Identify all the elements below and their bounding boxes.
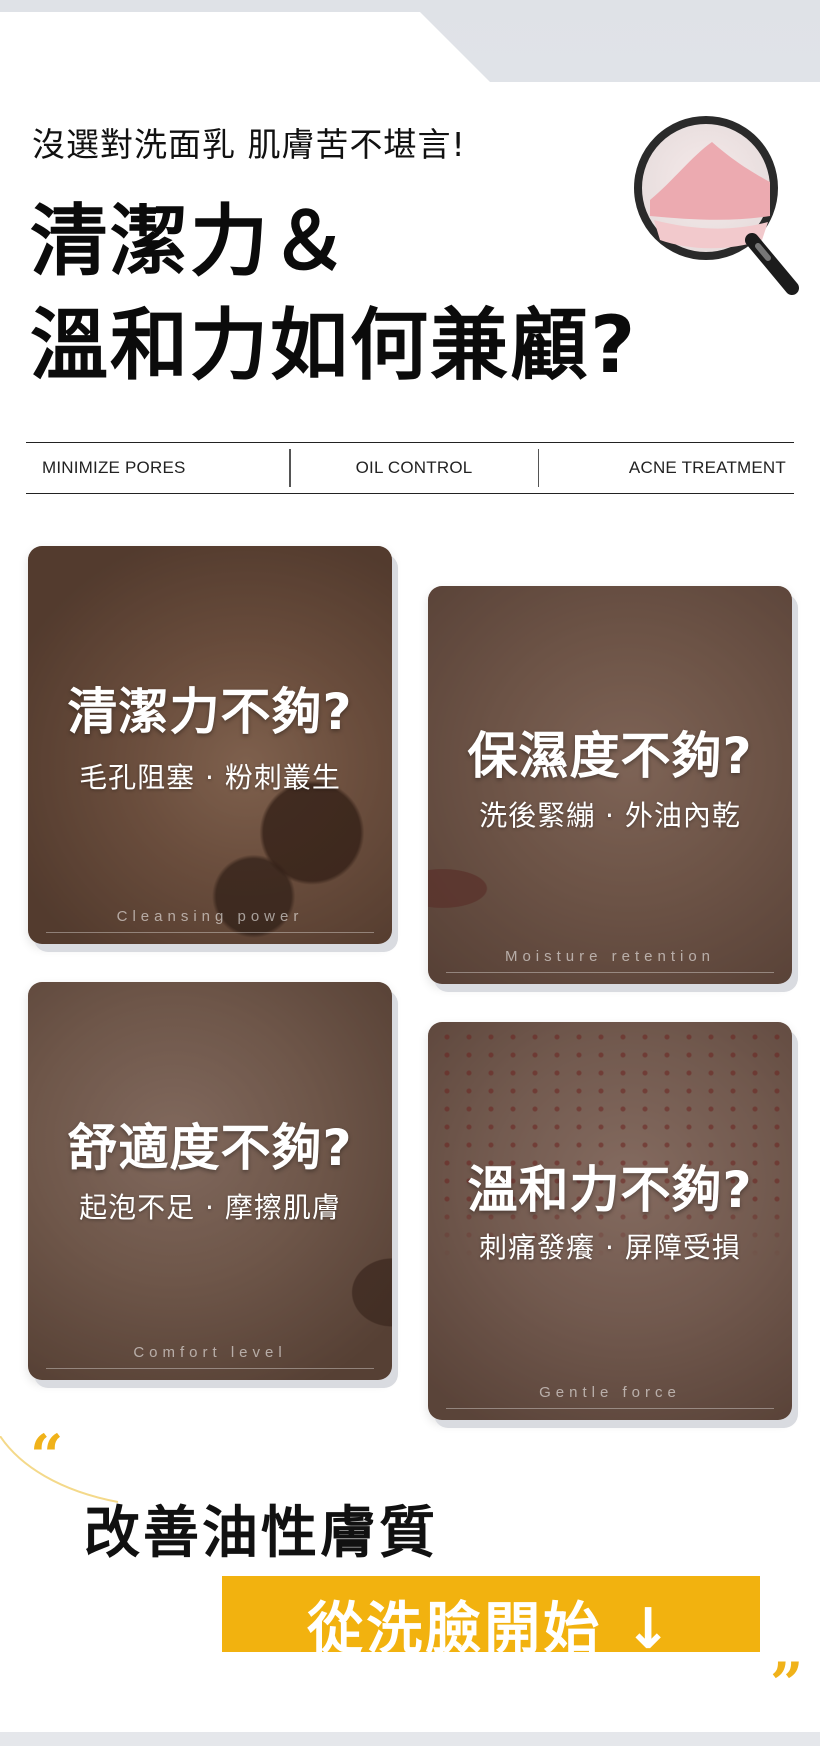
quote-close-icon: ” [770,1650,804,1718]
card-cleansing: 清潔力不夠? 毛孔阻塞 · 粉刺叢生 Cleansing power [28,546,392,944]
cta-banner: 從洗臉開始 ↓ [222,1576,760,1662]
card-divider [446,1408,774,1409]
card-en-label: Cleansing power [116,908,304,925]
card-en-label: Gentle force [539,1384,681,1401]
card-en-label: Moisture retention [504,948,716,965]
magnifier-icon [634,116,799,295]
card-divider [46,932,374,933]
card-comfort: 舒適度不夠? 起泡不足 · 摩擦肌膚 Comfort level [28,982,392,1380]
card-divider [446,972,774,973]
quote-open-icon: “ [30,1422,64,1490]
headline-line-1: 清潔力＆ [30,197,351,287]
card-gentle: 溫和力不夠? 刺痛發癢 · 屏障受損 Gentle force [428,1022,792,1420]
card-title: 清潔力不夠? [67,683,353,741]
card-en-label: Comfort level [133,1344,287,1361]
closing-title: 改善油性膚質 [84,1501,438,1566]
card-desc: 洗後緊繃 · 外油內乾 [479,799,741,832]
headline-line-2: 溫和力如何兼顧? [30,301,638,391]
subtitle: 沒選對洗面乳 肌膚苦不堪言! [32,125,466,164]
feature-bar: MINIMIZE PORES OIL CONTROL ACNE TREATMEN… [26,442,794,494]
card-title: 溫和力不夠? [467,1161,753,1219]
card-desc: 毛孔阻塞 · 粉刺叢生 [79,761,341,794]
card-moisture: 保濕度不夠? 洗後緊繃 · 外油內乾 Moisture retention [428,586,792,984]
card-desc: 起泡不足 · 摩擦肌膚 [79,1191,341,1224]
card-title: 舒適度不夠? [67,1119,353,1177]
headline: 清潔力＆ 溫和力如何兼顧? [30,190,637,398]
card-desc: 刺痛發癢 · 屏障受損 [479,1231,741,1264]
feature-minimize-pores: MINIMIZE PORES [42,458,186,477]
feature-oil-control: OIL CONTROL [355,458,473,477]
cta-text: 從洗臉開始 ↓ [307,1597,675,1662]
card-title: 保濕度不夠? [467,727,753,785]
feature-acne-treatment: ACNE TREATMENT [628,458,786,477]
card-divider [46,1368,374,1369]
